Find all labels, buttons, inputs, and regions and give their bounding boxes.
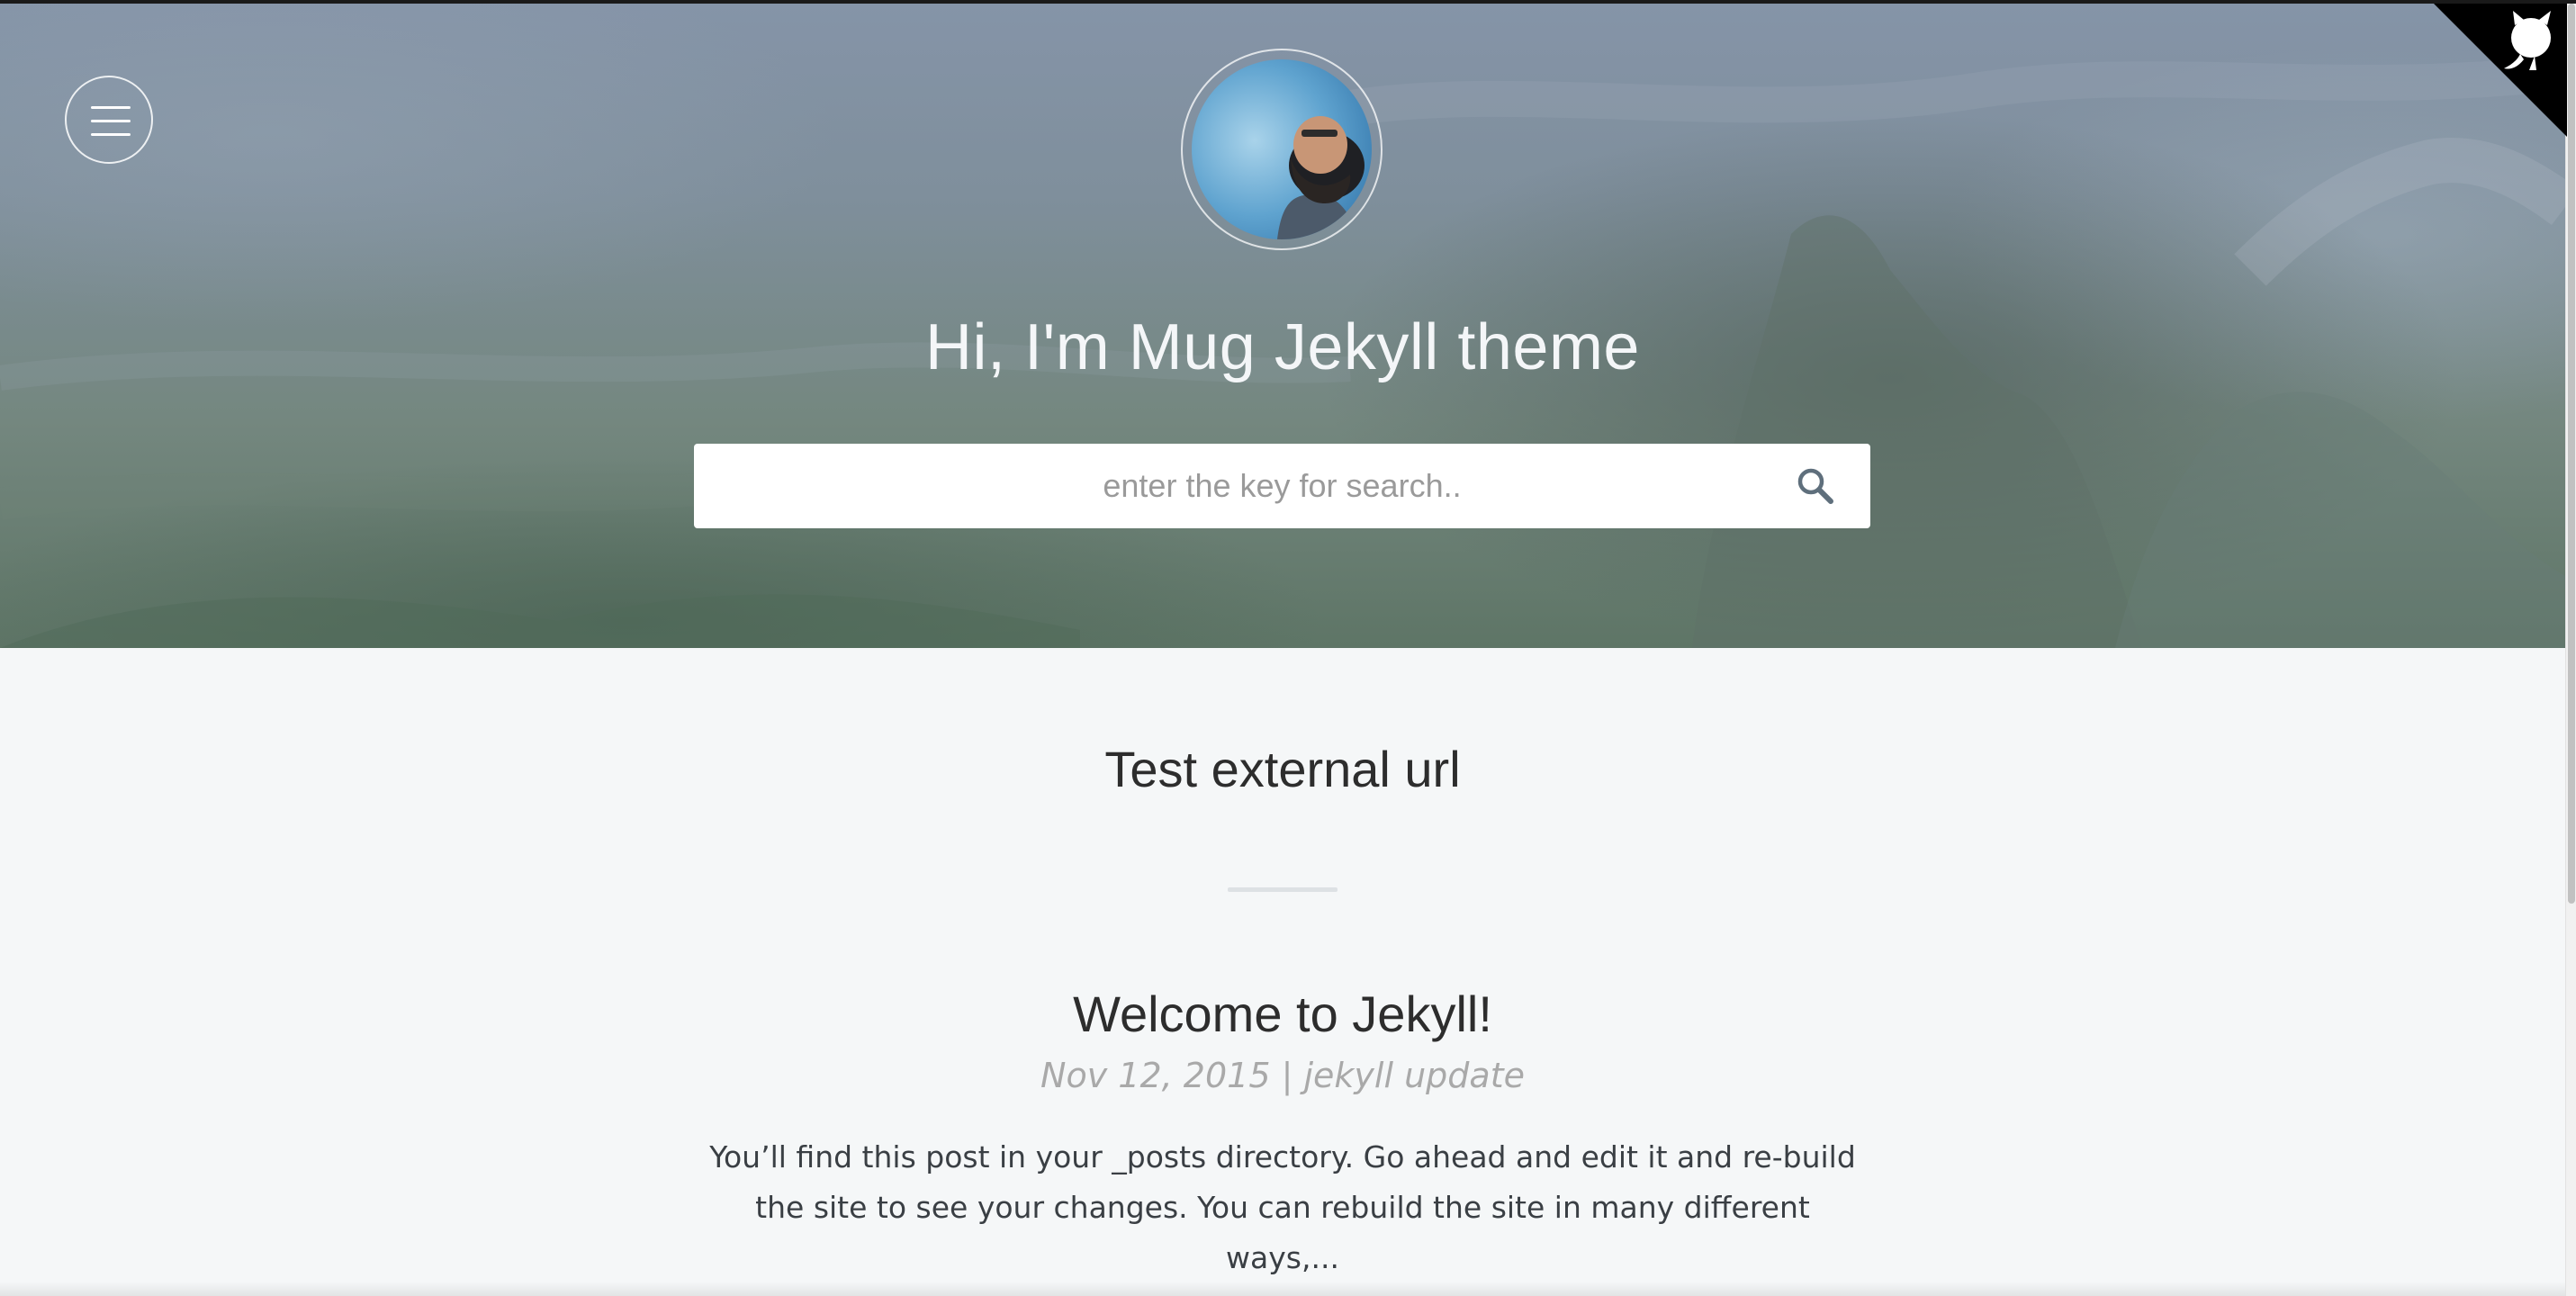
external-link-title[interactable]: Test external url xyxy=(0,738,2565,801)
scrollbar-thumb[interactable] xyxy=(2568,4,2575,904)
search-box xyxy=(694,444,1870,528)
search-icon[interactable] xyxy=(1795,465,1836,507)
post-excerpt: You’ll find this post in your _posts dir… xyxy=(709,1139,1856,1275)
hamburger-menu-icon xyxy=(91,133,131,136)
post-meta: Nov 12, 2015 | jekyll update xyxy=(1040,1056,1525,1095)
github-corner-link[interactable] xyxy=(2430,0,2567,137)
menu-button[interactable] xyxy=(65,76,153,164)
avatar-photo xyxy=(1192,59,1372,239)
window-top-edge xyxy=(0,0,2576,4)
divider xyxy=(1228,887,1338,892)
hero-header: Hi, I'm Mug Jekyll theme xyxy=(0,0,2565,648)
page-title: Hi, I'm Mug Jekyll theme xyxy=(925,311,1640,383)
page: Hi, I'm Mug Jekyll theme Test external u… xyxy=(0,0,2576,1296)
main-content: Test external url Welcome to Jekyll! Nov… xyxy=(0,648,2565,1296)
hamburger-menu-icon xyxy=(91,120,131,122)
post-title[interactable]: Welcome to Jekyll! xyxy=(0,983,2565,1046)
hamburger-menu-icon xyxy=(91,106,131,109)
avatar xyxy=(1181,49,1383,250)
scrollbar[interactable] xyxy=(2565,0,2576,1296)
bottom-edge-shadow xyxy=(0,1282,2565,1296)
search-input[interactable] xyxy=(694,444,1870,528)
avatar-photo-illustration xyxy=(1192,59,1372,239)
